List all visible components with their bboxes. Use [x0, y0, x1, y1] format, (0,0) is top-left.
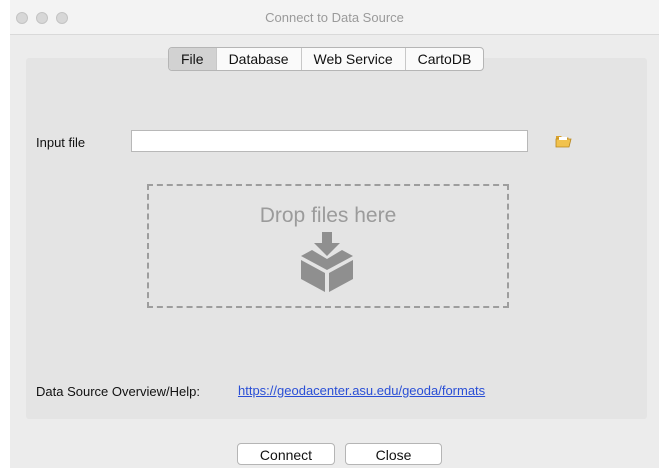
drop-text: Drop files here [259, 204, 397, 227]
close-button[interactable]: Close [345, 443, 442, 465]
tab-panel: Input file Drop files here Data Source O… [26, 58, 647, 419]
help-link[interactable]: https://geodacenter.asu.edu/geoda/format… [238, 383, 485, 398]
input-file-field[interactable] [131, 130, 528, 152]
tab-database[interactable]: Database [215, 48, 301, 70]
open-folder-icon[interactable] [555, 134, 572, 148]
tab-file[interactable]: File [169, 48, 216, 70]
dialog-window: Connect to Data Source Input file Drop f… [10, 0, 659, 468]
left-edge [0, 0, 10, 468]
tab-cartodb[interactable]: CartoDB [404, 48, 484, 70]
input-file-label: Input file [36, 135, 86, 150]
drop-zone[interactable]: Drop files here [147, 184, 509, 308]
download-box-icon [301, 232, 353, 292]
title-bar: Connect to Data Source [10, 0, 659, 35]
tab-bar: File Database Web Service CartoDB [168, 47, 485, 71]
help-label: Data Source Overview/Help: [36, 384, 201, 399]
connect-button[interactable]: Connect [237, 443, 335, 465]
tab-web-service[interactable]: Web Service [300, 48, 405, 70]
window-title: Connect to Data Source [265, 10, 404, 25]
